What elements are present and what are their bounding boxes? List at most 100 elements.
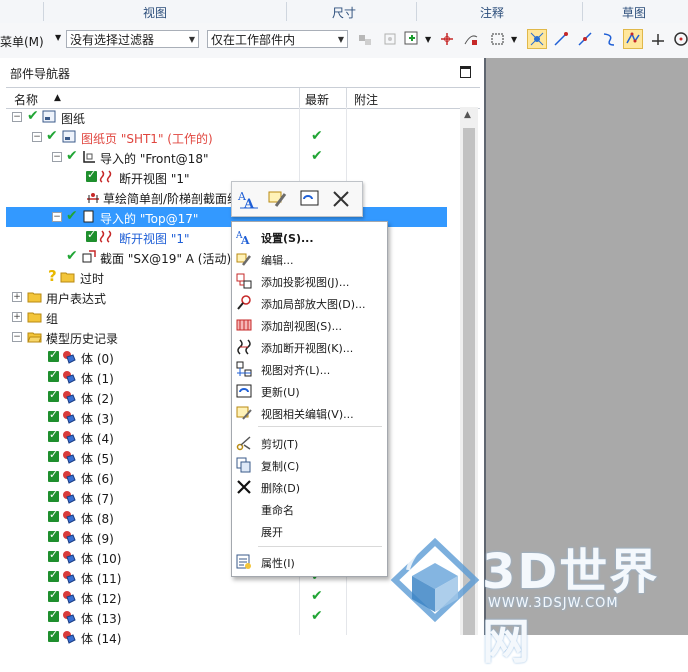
sort-ascending-icon[interactable]: ▲ — [54, 93, 61, 103]
settings-A-icon: AA — [236, 229, 252, 245]
collapse-icon[interactable]: − — [52, 152, 62, 162]
collapse-icon[interactable]: − — [12, 112, 22, 122]
menu-item-label: 展开 — [261, 526, 283, 539]
column-note[interactable]: 附注 — [354, 91, 378, 108]
tree-label: 导入的 "Front@18" — [100, 152, 209, 166]
tree-label: 断开视图 "1" — [119, 232, 190, 246]
column-divider[interactable] — [299, 88, 300, 108]
section-line-icon — [86, 190, 100, 203]
projected-view-icon — [236, 273, 252, 289]
menu-item[interactable]: 重命名 — [232, 498, 387, 520]
line-endpoint-icon[interactable] — [551, 29, 571, 49]
collapse-icon[interactable]: − — [12, 332, 22, 342]
tree-row-section-line[interactable]: 草绘简单剖/阶梯剖截面线 — [6, 187, 447, 207]
ribbon-group-sketch[interactable]: 草图 — [622, 4, 646, 21]
arc-center-icon[interactable] — [671, 29, 688, 49]
collapse-icon[interactable]: − — [32, 132, 42, 142]
menu-item[interactable]: 视图对齐(L)... — [232, 358, 387, 380]
select-all-icon[interactable] — [380, 29, 400, 49]
check-icon: ✔ — [66, 248, 78, 264]
visibility-checkbox[interactable] — [48, 428, 59, 442]
tree-row-drawing[interactable]: − ✔ 图纸 — [6, 107, 447, 127]
close-icon[interactable] — [329, 187, 353, 211]
column-name[interactable]: 名称 — [14, 91, 38, 108]
visibility-checkbox[interactable] — [48, 508, 59, 522]
menu-item[interactable]: 添加剖视图(S)... — [232, 314, 387, 336]
column-latest[interactable]: 最新 — [305, 91, 329, 108]
tree-label: 体 (3) — [81, 412, 114, 426]
tree-label: 体 (4) — [81, 432, 114, 446]
tree-row-body[interactable]: 体 (14) — [6, 627, 447, 647]
snap-endpoints-icon[interactable] — [527, 29, 547, 49]
ribbon-group-annotation[interactable]: 注释 — [480, 4, 504, 21]
type-filter-combo[interactable]: 没有选择过滤器 ▼ — [66, 30, 199, 48]
menu-item[interactable]: 添加投影视图(J)... — [232, 270, 387, 292]
tree-row-front-view[interactable]: − ✔ 导入的 "Front@18" ✔ — [6, 147, 447, 167]
visibility-checkbox[interactable] — [48, 368, 59, 382]
chevron-down-icon[interactable]: ▼ — [511, 35, 517, 44]
curve-control-point-icon[interactable] — [599, 29, 619, 49]
visibility-checkbox[interactable] — [48, 408, 59, 422]
tree-row-sheet[interactable]: − ✔ 图纸页 "SHT1" (工作的) ✔ — [6, 127, 447, 147]
menu-item-label: 添加投影视图(J)... — [261, 276, 350, 289]
menu-item[interactable]: 复制(C) — [232, 454, 387, 476]
tree-label: 体 (2) — [81, 392, 114, 406]
folder-icon — [27, 290, 42, 303]
edit-icon[interactable] — [266, 187, 290, 211]
visibility-checkbox[interactable] — [48, 348, 59, 362]
menu-button[interactable]: 菜单(M) — [0, 33, 44, 50]
visibility-checkbox[interactable] — [48, 568, 59, 582]
tree-row-body[interactable]: 体 (13) ✔ — [6, 607, 447, 627]
line-midpoint-icon[interactable] — [575, 29, 595, 49]
menu-item[interactable]: 更新(U) — [232, 380, 387, 402]
expand-icon[interactable]: + — [12, 312, 22, 322]
chevron-down-icon[interactable]: ▼ — [425, 35, 431, 44]
ribbon-group-dimension[interactable]: 尺寸 — [332, 4, 356, 21]
perpendicular-icon[interactable] — [648, 29, 668, 49]
visibility-checkbox[interactable] — [48, 468, 59, 482]
point-on-curve-icon[interactable] — [461, 29, 481, 49]
scroll-up-icon[interactable]: ▲ — [464, 110, 471, 120]
chevron-down-icon[interactable]: ▼ — [55, 33, 61, 42]
visibility-checkbox[interactable] — [48, 548, 59, 562]
collapse-icon[interactable]: − — [52, 212, 62, 222]
menu-item[interactable]: 视图相关编辑(V)... — [232, 402, 387, 424]
snap-point-icon[interactable] — [437, 29, 457, 49]
menu-item[interactable]: 展开 — [232, 520, 387, 542]
body-icon — [62, 450, 76, 464]
menu-item[interactable]: 添加断开视图(K)... — [232, 336, 387, 358]
menu-item[interactable]: 删除(D) — [232, 476, 387, 498]
visibility-checkbox[interactable] — [48, 628, 59, 642]
menu-item[interactable]: 剪切(T) — [232, 432, 387, 454]
style-A-icon[interactable]: AA — [236, 187, 260, 211]
update-view-icon[interactable] — [298, 187, 322, 211]
menu-item[interactable]: A A 设置(S)... — [232, 226, 387, 248]
visibility-checkbox[interactable] — [48, 608, 59, 622]
view-dependent-edit-icon — [236, 405, 252, 421]
tree-row-body[interactable]: 体 (12) ✔ — [6, 587, 447, 607]
visibility-checkbox[interactable] — [48, 588, 59, 602]
scope-filter-combo[interactable]: 仅在工作部件内 ▼ — [207, 30, 348, 48]
menu-item[interactable]: 属性(I) — [232, 551, 387, 573]
maximize-icon[interactable] — [460, 66, 471, 78]
snap-selection-icon[interactable] — [402, 29, 422, 49]
tree-row-break-view[interactable]: 断开视图 "1" — [6, 167, 447, 187]
intersection-point-icon[interactable] — [623, 29, 643, 49]
body-icon — [62, 430, 76, 444]
visibility-checkbox[interactable] — [48, 448, 59, 462]
visibility-checkbox[interactable] — [86, 168, 97, 182]
visibility-checkbox[interactable] — [48, 528, 59, 542]
column-divider[interactable] — [346, 88, 347, 108]
folder-icon — [60, 270, 75, 283]
menu-item[interactable]: 编辑... — [232, 248, 387, 270]
expand-icon[interactable]: + — [12, 292, 22, 302]
selection-box-icon[interactable] — [488, 29, 508, 49]
menu-item[interactable]: 添加局部放大图(D)... — [232, 292, 387, 314]
scope-filter-value: 仅在工作部件内 — [211, 33, 296, 47]
tree-label: 用户表达式 — [46, 292, 107, 306]
filter-reset-icon[interactable] — [355, 29, 375, 49]
visibility-checkbox[interactable] — [48, 488, 59, 502]
visibility-checkbox[interactable] — [48, 388, 59, 402]
ribbon-group-view[interactable]: 视图 — [143, 4, 167, 21]
visibility-checkbox[interactable] — [86, 228, 97, 242]
